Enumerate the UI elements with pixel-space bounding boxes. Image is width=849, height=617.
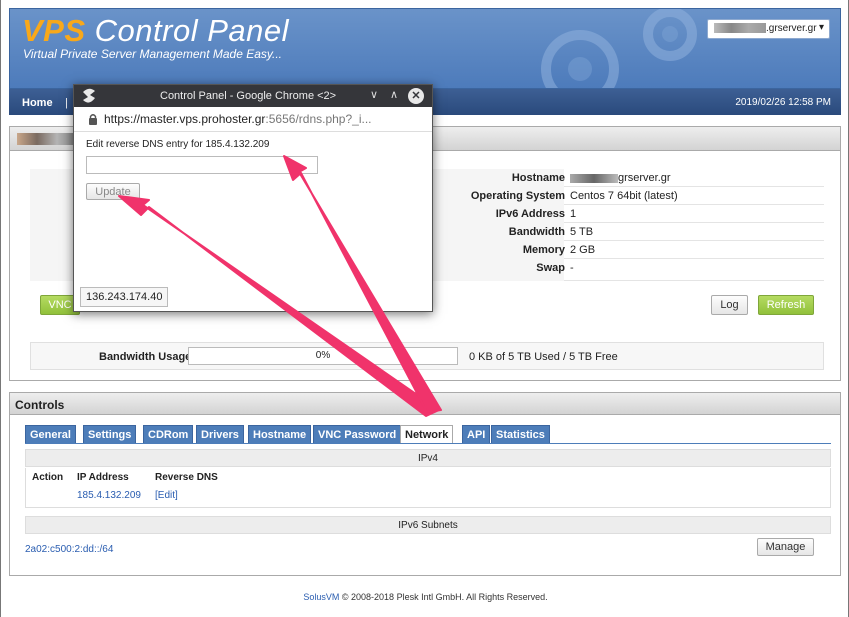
tagline: Virtual Private Server Management Made E… xyxy=(23,47,283,61)
column-header-action: Action xyxy=(32,472,64,483)
server-select-value: .grserver.gr xyxy=(766,23,817,34)
bandwidth-usage-row: Bandwidth Usage 0% 0 KB of 5 TB Used / 5… xyxy=(30,342,824,370)
lock-icon xyxy=(89,114,97,125)
popup-title: Control Panel - Google Chrome <2> xyxy=(160,90,337,102)
bandwidth-summary: 0 KB of 5 TB Used / 5 TB Free xyxy=(469,351,618,363)
brand-title: Control Panel xyxy=(85,13,289,48)
update-button[interactable]: Update xyxy=(86,183,140,200)
info-value: 2 GB xyxy=(570,244,596,256)
controls-panel: Controls General Settings CDRom Drivers … xyxy=(9,392,841,576)
info-value: grserver.gr xyxy=(570,172,671,184)
info-value: Centos 7 64bit (latest) xyxy=(570,190,678,202)
gears-decoration-icon xyxy=(541,9,697,88)
popup-titlebar: Control Panel - Google Chrome <2> ∨ ∧ ✕ xyxy=(74,85,432,107)
info-value: 1 xyxy=(570,208,577,220)
chevron-down-icon: ▾ xyxy=(818,22,824,33)
tab-vnc-password[interactable]: VNC Password xyxy=(313,425,402,443)
info-label: Hostname xyxy=(511,172,565,184)
network-tab-content: IPv4 Action IP Address Reverse DNS 185.4… xyxy=(25,443,831,565)
info-label: Swap xyxy=(536,262,565,274)
server-title-redacted xyxy=(17,133,77,145)
tab-general[interactable]: General xyxy=(25,425,76,443)
nav-separator: | xyxy=(65,97,68,109)
tab-statistics[interactable]: Statistics xyxy=(491,425,550,443)
info-value: 5 TB xyxy=(570,226,594,238)
tab-drivers[interactable]: Drivers xyxy=(196,425,244,443)
hostname-redacted xyxy=(570,173,618,183)
nav-home-link[interactable]: Home xyxy=(22,97,53,109)
tab-cdrom[interactable]: CDRom xyxy=(143,425,194,443)
popup-url: https://master.vps.prohoster.gr:5656/rdn… xyxy=(104,112,372,126)
bandwidth-percent: 0% xyxy=(315,350,331,361)
ipv4-address: 185.4.132.209 xyxy=(77,490,141,501)
header-banner: VPS Control Panel Virtual Private Server… xyxy=(9,8,841,89)
footer-copyright: © 2008-2018 Plesk Intl GmbH. All Rights … xyxy=(339,592,548,602)
page: VPS Control Panel Virtual Private Server… xyxy=(0,0,849,617)
close-icon[interactable]: ✕ xyxy=(408,88,424,104)
datetime: 2019/02/26 12:58 PM xyxy=(735,97,831,108)
info-value: - xyxy=(570,262,574,274)
status-ip: 136.243.174.40 xyxy=(80,287,169,307)
server-name-redacted xyxy=(714,23,766,34)
footer-link[interactable]: SolusVM xyxy=(303,592,339,602)
info-label: Memory xyxy=(522,244,565,256)
column-header-rdns: Reverse DNS xyxy=(155,472,218,483)
ipv4-table: Action IP Address Reverse DNS 185.4.132.… xyxy=(25,468,831,508)
bandwidth-progress-bar: 0% xyxy=(188,347,458,365)
popup-body: Edit reverse DNS entry for 185.4.132.209… xyxy=(74,132,432,311)
ipv6-subnets-header: IPv6 Subnets xyxy=(25,516,831,534)
server-select[interactable]: .grserver.gr ▾ xyxy=(707,19,830,39)
url-host: https://master.vps.prohoster.gr xyxy=(104,112,266,126)
rdns-label: Edit reverse DNS entry for 185.4.132.209 xyxy=(86,139,270,150)
footer: SolusVM © 2008-2018 Plesk Intl GmbH. All… xyxy=(1,592,849,602)
popup-window: Control Panel - Google Chrome <2> ∨ ∧ ✕ … xyxy=(73,84,433,312)
rdns-edit-link[interactable]: [Edit] xyxy=(155,490,178,501)
rdns-input[interactable] xyxy=(86,156,318,174)
log-button[interactable]: Log xyxy=(711,295,748,315)
info-label: IPv6 Address xyxy=(495,208,565,220)
manage-button[interactable]: Manage xyxy=(757,538,814,556)
info-label: Bandwidth xyxy=(508,226,565,238)
brand-logo: VPS Control Panel xyxy=(22,13,289,49)
url-path: :5656/rdns.php?_i... xyxy=(265,112,372,126)
tab-settings[interactable]: Settings xyxy=(83,425,137,443)
url-bar[interactable]: https://master.vps.prohoster.gr:5656/rdn… xyxy=(74,107,432,132)
info-label: Operating System xyxy=(470,190,565,202)
column-header-ip: IP Address xyxy=(77,472,129,483)
app-logo-icon xyxy=(83,88,95,103)
tab-network[interactable]: Network xyxy=(400,425,454,444)
refresh-button[interactable]: Refresh xyxy=(758,295,814,315)
ipv4-header: IPv4 xyxy=(25,449,831,467)
controls-title: Controls xyxy=(10,393,840,415)
ipv6-subnet: 2a02:c500:2:dd::/64 xyxy=(25,544,114,555)
minimize-icon[interactable]: ∨ xyxy=(370,88,378,101)
tab-hostname[interactable]: Hostname xyxy=(248,425,312,443)
tab-api[interactable]: API xyxy=(462,425,491,443)
brand-accent: VPS xyxy=(22,13,86,48)
maximize-icon[interactable]: ∧ xyxy=(390,88,398,101)
bandwidth-usage-label: Bandwidth Usage xyxy=(99,351,192,363)
